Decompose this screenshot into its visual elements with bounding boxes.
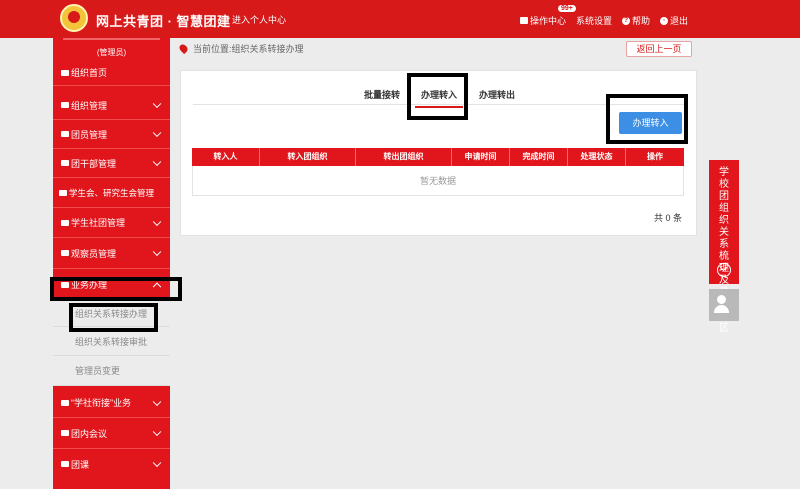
- sidebar-item-member-management[interactable]: 团员管理: [53, 120, 170, 149]
- notification-badge: 99+: [557, 5, 576, 12]
- sidebar-item-label: 组织管理: [71, 100, 108, 111]
- chevron-down-icon: [152, 427, 162, 437]
- table-header-cell: 转入团组织: [260, 148, 356, 166]
- sidebar-item-label: 学生会、研究生会管理: [69, 187, 155, 198]
- sidebar-item-cadre-management[interactable]: 团干部管理: [53, 149, 170, 178]
- system-settings-label: 系统设置: [575, 16, 612, 26]
- total-count: 共 0 条: [654, 213, 683, 223]
- annotation-box-business: [50, 277, 182, 301]
- back-button[interactable]: 返回上一页: [626, 41, 692, 57]
- sidebar-item-courses[interactable]: 团课: [53, 449, 170, 479]
- sidebar-item-label: 团干部管理: [71, 158, 117, 169]
- logout-link[interactable]: ◦ 退出: [659, 14, 688, 27]
- brand-title: 网上共青团 · 智慧团建: [96, 14, 231, 29]
- sidebar-item-student-union[interactable]: 学生会、研究生会管理: [53, 178, 170, 208]
- sidebar-item-observer[interactable]: 观察员管理: [53, 238, 170, 269]
- sidebar-item-label: 团课: [71, 459, 90, 470]
- power-icon: ◦: [659, 16, 668, 25]
- home-icon: [61, 69, 69, 76]
- sidebar-item-label: 团员管理: [71, 129, 108, 140]
- chevron-down-icon: [152, 247, 162, 257]
- org-icon: [61, 102, 69, 108]
- sidebar-subitem-label: 组织关系转接审批: [75, 336, 148, 347]
- table-header-cell: 操作: [647, 152, 663, 161]
- user-role-label: (管理员): [96, 48, 127, 57]
- sidebar-item-org-management[interactable]: 组织管理: [53, 91, 170, 120]
- help-link[interactable]: ? 帮助: [621, 14, 650, 27]
- sidebar-user-role: (管理员): [53, 38, 170, 60]
- club-icon: [61, 219, 69, 226]
- menu-lines-icon: [61, 399, 69, 406]
- table-header-cell: 处理状态: [568, 148, 626, 166]
- annotation-box-button: [606, 94, 688, 144]
- sidebar-item-school-society[interactable]: “学社衔接”业务: [53, 388, 170, 418]
- table-header-cell: 申请时间: [452, 148, 510, 166]
- sidebar-item-label: 团内会议: [71, 428, 108, 439]
- table-header-cell: 转入人: [192, 148, 260, 166]
- system-settings-link[interactable]: 系统设置: [576, 14, 612, 27]
- chevron-down-icon: [152, 458, 162, 468]
- chevron-down-icon: [152, 157, 162, 167]
- breadcrumb-text: 当前位置:组织关系转接办理: [193, 44, 304, 54]
- customer-service-icon[interactable]: [709, 289, 739, 321]
- table-header: 转入人 转入团组织 转出团组织 申请时间 完成时间 处理状态 操作: [192, 148, 684, 166]
- tab-batch-transfer[interactable]: 批量接转: [364, 88, 400, 101]
- course-icon: [61, 461, 69, 467]
- chevron-down-icon: [152, 397, 162, 406]
- operation-center-label: 操作中心: [529, 16, 566, 26]
- breadcrumb: 当前位置:组织关系转接办理: [177, 42, 304, 55]
- observer-icon: [61, 250, 69, 256]
- location-pin-icon: [177, 42, 190, 55]
- operation-center-link[interactable]: 操作中心 99+: [519, 5, 576, 27]
- table-header-cell: 完成时间: [510, 148, 568, 166]
- tab-transfer-out[interactable]: 办理转出: [479, 88, 515, 101]
- expand-down-icon[interactable]: [717, 263, 731, 277]
- sidebar-item-home[interactable]: 组织首页: [53, 60, 170, 86]
- sidebar-item-label: 观察员管理: [71, 248, 117, 259]
- table-header-cell: 转出团组织: [356, 148, 452, 166]
- mail-icon: [519, 17, 528, 24]
- sidebar-subitem-label: 管理员变更: [75, 366, 121, 376]
- help-label: 帮助: [631, 16, 650, 26]
- top-header: 网上共青团 · 智慧团建 进入个人中心 操作中心 99+ 系统设置 ? 帮助 ◦…: [0, 0, 800, 38]
- logout-label: 退出: [669, 16, 688, 26]
- chevron-down-icon: [152, 128, 162, 138]
- student-union-icon: [59, 189, 67, 196]
- table-empty-state: 暂无数据: [192, 166, 684, 196]
- chevron-down-icon: [152, 217, 162, 226]
- annotation-box-subitem: [69, 303, 158, 332]
- sidebar-item-meetings[interactable]: 团内会议: [53, 418, 170, 449]
- sidebar-item-label: 组织首页: [71, 68, 108, 78]
- help-icon: ?: [621, 16, 630, 25]
- sidebar-item-label: 学生社团管理: [71, 218, 126, 228]
- chevron-down-icon: [152, 99, 162, 109]
- top-menu: 操作中心 99+ 系统设置 ? 帮助 ◦ 退出: [519, 5, 688, 27]
- sidebar-item-label: “学社衔接”业务: [71, 398, 131, 408]
- sidebar-user-name-blurred: [63, 38, 160, 40]
- member-icon: [61, 131, 69, 137]
- transfer-table: 转入人 转入团组织 转出团组织 申请时间 完成时间 处理状态 操作 暂无数据: [192, 148, 684, 196]
- meeting-icon: [61, 430, 69, 436]
- sidebar-item-student-club[interactable]: 学生社团管理: [53, 208, 170, 238]
- cadre-icon: [61, 160, 69, 166]
- personal-center-link[interactable]: 进入个人中心: [232, 13, 286, 26]
- sidebar-subitem-admin-change[interactable]: 管理员变更: [53, 356, 170, 386]
- youth-league-logo: [60, 4, 88, 32]
- sidebar: (管理员) 组织首页 组织管理 团员管理 团干部管理 学生会、研究生会管理 学生…: [53, 38, 170, 489]
- annotation-box-tab: [407, 73, 468, 120]
